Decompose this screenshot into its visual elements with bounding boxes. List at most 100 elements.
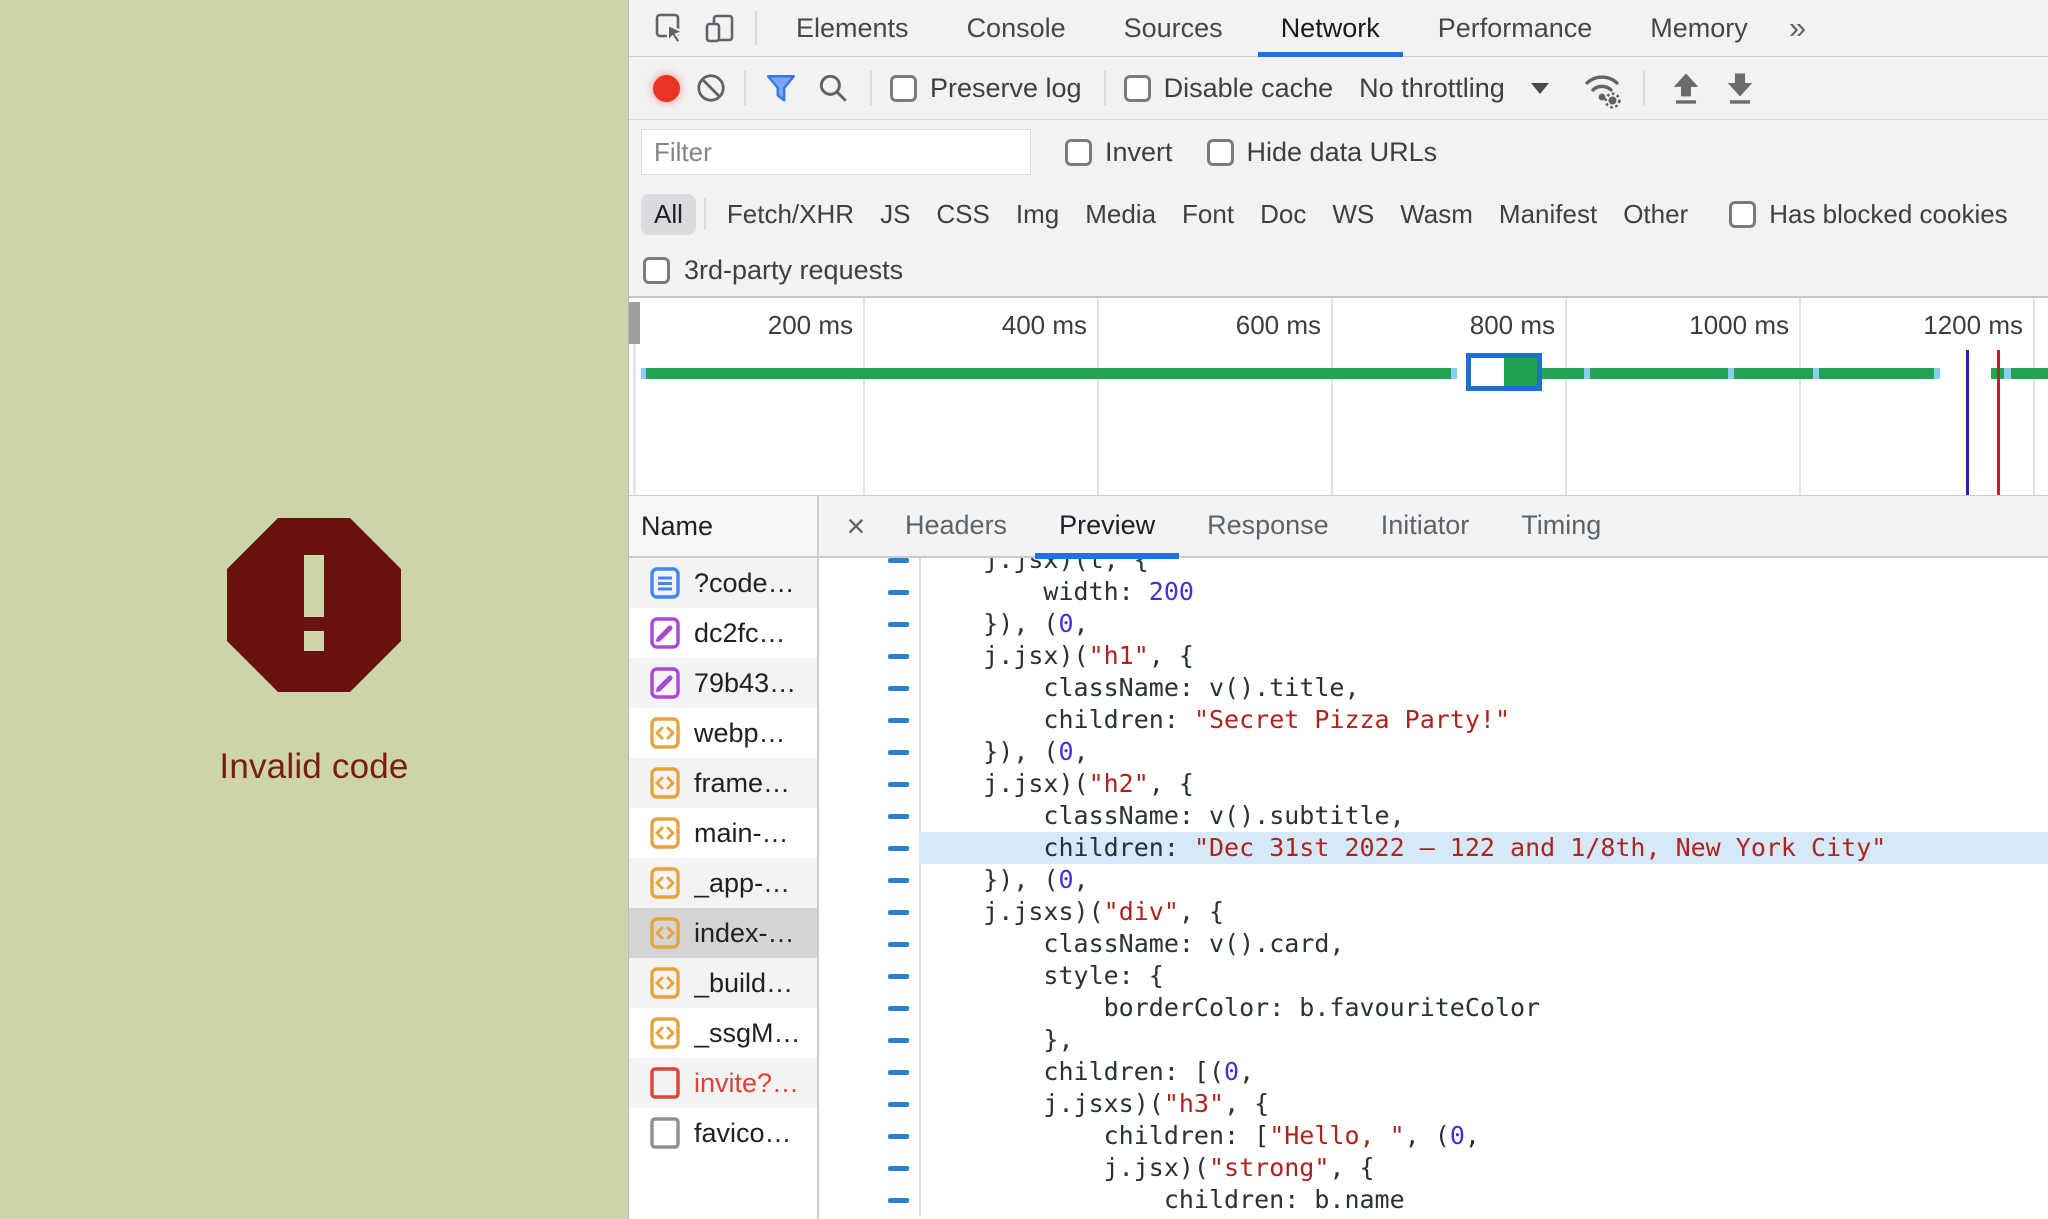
- search-button[interactable]: [816, 71, 850, 105]
- fold-marker-icon[interactable]: [888, 782, 909, 787]
- main-tab-sources[interactable]: Sources: [1095, 0, 1252, 57]
- filter-input[interactable]: [641, 129, 1031, 175]
- request-row-index[interactable]: index-…: [629, 908, 817, 958]
- request-row-invite[interactable]: invite?…: [629, 1058, 817, 1108]
- code-text: children: b.name: [919, 1184, 2048, 1216]
- type-chip-img[interactable]: Img: [1003, 194, 1072, 235]
- main-tab-elements[interactable]: Elements: [767, 0, 938, 57]
- request-row-webp[interactable]: webp…: [629, 708, 817, 758]
- overview-left-handle[interactable]: [629, 302, 640, 344]
- code-line: borderColor: b.favouriteColor: [819, 992, 2048, 1024]
- throttling-value: No throttling: [1359, 73, 1505, 104]
- request-row-favico[interactable]: favico…: [629, 1108, 817, 1158]
- type-chip-media[interactable]: Media: [1072, 194, 1169, 235]
- fold-marker-icon[interactable]: [888, 878, 909, 883]
- type-chip-fetch-xhr[interactable]: Fetch/XHR: [714, 194, 867, 235]
- disable-cache-checkbox[interactable]: [1124, 75, 1151, 102]
- import-har-button[interactable]: [1667, 70, 1705, 106]
- type-chip-js[interactable]: JS: [867, 194, 923, 235]
- hide-data-urls-checkbox[interactable]: [1207, 139, 1234, 166]
- fold-marker-icon[interactable]: [888, 654, 909, 659]
- fold-marker-icon[interactable]: [888, 1134, 909, 1139]
- code-line: children: "Dec 31st 2022 — 122 and 1/8th…: [819, 832, 2048, 864]
- filter-toggle-button[interactable]: [764, 71, 798, 105]
- type-chip-ws[interactable]: WS: [1319, 194, 1387, 235]
- detail-tab-headers[interactable]: Headers: [879, 495, 1033, 557]
- type-chip-wasm[interactable]: Wasm: [1387, 194, 1486, 235]
- js-file-icon: [649, 917, 681, 949]
- throttling-dropdown[interactable]: No throttling: [1359, 73, 1549, 104]
- request-name-label: dc2fc…: [694, 618, 786, 649]
- code-line: width: 200: [819, 576, 2048, 608]
- fold-marker-icon[interactable]: [888, 686, 909, 691]
- request-name-label: 79b43…: [694, 668, 796, 699]
- network-conditions-button[interactable]: [1579, 67, 1625, 109]
- request-row-ssgm[interactable]: _ssgM…: [629, 1008, 817, 1058]
- fold-marker-icon[interactable]: [888, 1038, 909, 1043]
- type-chip-manifest[interactable]: Manifest: [1486, 194, 1610, 235]
- request-row-frame[interactable]: frame…: [629, 758, 817, 808]
- fold-marker-icon[interactable]: [888, 1006, 909, 1011]
- close-detail-button[interactable]: ×: [833, 508, 879, 545]
- request-row-main[interactable]: main-…: [629, 808, 817, 858]
- code-line: className: v().card,: [819, 928, 2048, 960]
- fold-marker-icon[interactable]: [888, 590, 909, 595]
- clear-network-log-button[interactable]: [694, 71, 728, 105]
- has-blocked-cookies-checkbox[interactable]: [1729, 201, 1756, 228]
- request-name-label: webp…: [694, 718, 786, 749]
- request-row-build[interactable]: _build…: [629, 958, 817, 1008]
- fold-marker-icon[interactable]: [888, 974, 909, 979]
- detail-tab-preview[interactable]: Preview: [1033, 495, 1181, 557]
- main-tab-performance[interactable]: Performance: [1409, 0, 1622, 57]
- selected-request-marker[interactable]: [1466, 353, 1542, 391]
- more-tabs-button[interactable]: »: [1789, 10, 1806, 46]
- network-overview-timeline[interactable]: 200 ms400 ms600 ms800 ms1000 ms1200 ms: [629, 298, 2048, 496]
- load-marker: [1997, 350, 2000, 495]
- record-network-log-button[interactable]: [653, 75, 680, 102]
- third-party-requests-checkbox[interactable]: [643, 257, 670, 284]
- fold-marker-icon[interactable]: [888, 558, 909, 563]
- fold-marker-icon[interactable]: [888, 814, 909, 819]
- main-tab-network[interactable]: Network: [1252, 0, 1409, 57]
- code-token: style: {: [1043, 961, 1163, 990]
- detail-tab-response[interactable]: Response: [1181, 495, 1355, 557]
- detail-tab-initiator[interactable]: Initiator: [1355, 495, 1496, 557]
- fold-marker-icon[interactable]: [888, 1102, 909, 1107]
- fold-marker-icon[interactable]: [888, 718, 909, 723]
- toolbar-separator: [1643, 71, 1645, 105]
- code-token: j.jsx)(: [983, 641, 1088, 670]
- code-string: "Secret Pizza Party!": [1194, 705, 1510, 734]
- waterfall-bar-divider: [1728, 368, 1734, 379]
- fold-marker-icon[interactable]: [888, 942, 909, 947]
- name-column-header[interactable]: Name: [629, 496, 817, 558]
- main-tab-console[interactable]: Console: [938, 0, 1095, 57]
- detail-tab-timing[interactable]: Timing: [1495, 495, 1627, 557]
- invert-filter-checkbox[interactable]: [1065, 139, 1092, 166]
- inspect-element-button[interactable]: [645, 0, 695, 57]
- preserve-log-checkbox[interactable]: [890, 75, 917, 102]
- fold-marker-icon[interactable]: [888, 1166, 909, 1171]
- request-row-79b43[interactable]: 79b43…: [629, 658, 817, 708]
- device-toolbar-button[interactable]: [695, 0, 745, 57]
- request-name-label: frame…: [694, 768, 790, 799]
- code-line: children: [(0,: [819, 1056, 2048, 1088]
- request-row-code[interactable]: ?code…: [629, 558, 817, 608]
- fold-marker-icon[interactable]: [888, 750, 909, 755]
- export-har-button[interactable]: [1721, 70, 1759, 106]
- code-token: className: v().card,: [1043, 929, 1344, 958]
- fold-marker-icon[interactable]: [888, 1198, 909, 1203]
- fold-marker-icon[interactable]: [888, 910, 909, 915]
- fold-marker-icon[interactable]: [888, 846, 909, 851]
- main-tab-memory[interactable]: Memory: [1621, 0, 1777, 57]
- request-row-app[interactable]: _app-…: [629, 858, 817, 908]
- request-name-label: index-…: [694, 918, 795, 949]
- devtools-panel: ElementsConsoleSourcesNetworkPerformance…: [628, 0, 2048, 1219]
- fold-marker-icon[interactable]: [888, 1070, 909, 1075]
- type-chip-all[interactable]: All: [641, 194, 696, 235]
- type-chip-css[interactable]: CSS: [923, 194, 1002, 235]
- type-chip-font[interactable]: Font: [1169, 194, 1247, 235]
- type-chip-other[interactable]: Other: [1610, 194, 1701, 235]
- fold-marker-icon[interactable]: [888, 622, 909, 627]
- request-row-dc2fc[interactable]: dc2fc…: [629, 608, 817, 658]
- type-chip-doc[interactable]: Doc: [1247, 194, 1319, 235]
